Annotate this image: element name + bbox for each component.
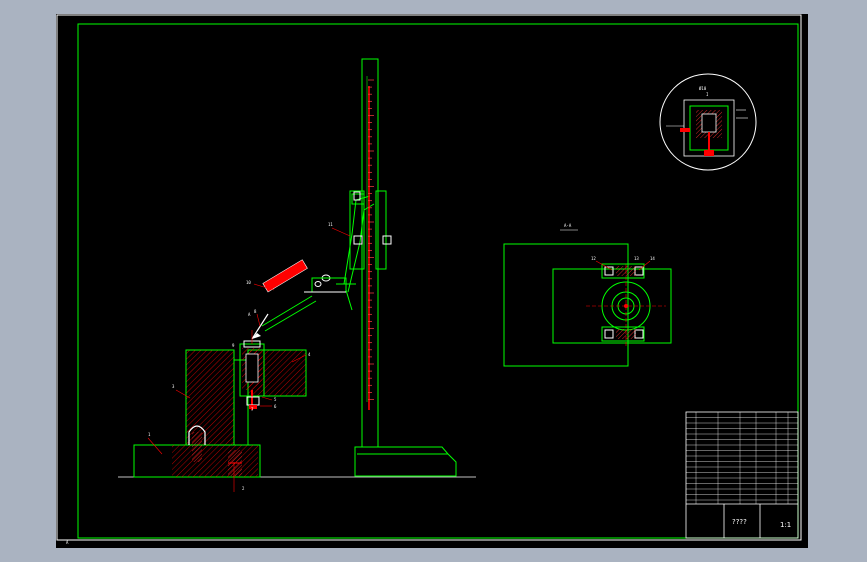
- drawing-canvas[interactable]: A-A Ø10 I 1 3 2 4 5 6 7 8 9 10 11 12 13 …: [56, 14, 808, 548]
- section-label: A-A: [564, 223, 572, 228]
- gauge-base[interactable]: [354, 446, 457, 477]
- outer-border: [56, 14, 802, 541]
- part-number-12: 12: [591, 256, 596, 261]
- detail-view-I[interactable]: Ø10 I: [659, 73, 757, 171]
- part-numbers: 1 3 2 4 5 6 7 8 9 10 11 12 13 14 A A: [66, 222, 655, 545]
- part-number-13: 13: [634, 256, 639, 261]
- part-number-11: 11: [328, 222, 333, 227]
- part-number-1: 1: [148, 432, 151, 437]
- detail-dimension: Ø10: [699, 86, 707, 91]
- part-number-4: 4: [308, 352, 311, 357]
- part-number-2: 2: [242, 486, 245, 491]
- part-number-6: 6: [274, 404, 277, 409]
- title-block[interactable]: ???? 1:1: [685, 411, 799, 539]
- part-number-10: 10: [246, 280, 251, 285]
- part-number-8: 8: [254, 309, 257, 314]
- title-block-name: ????: [732, 518, 747, 526]
- detail-label: I: [706, 92, 709, 97]
- part-number-9: 9: [232, 343, 235, 348]
- drawing-sheet[interactable]: A-A Ø10 I 1 3 2 4 5 6 7 8 9 10 11 12 13 …: [56, 14, 808, 548]
- part-number-5: 5: [274, 397, 277, 402]
- corner-mark: A: [66, 540, 69, 545]
- fixture-base[interactable]: [133, 349, 307, 478]
- height-gauge-column[interactable]: [349, 58, 392, 448]
- cad-viewport[interactable]: A-A Ø10 I 1 3 2 4 5 6 7 8 9 10 11 12 13 …: [0, 0, 867, 562]
- section-view[interactable]: A-A: [503, 223, 672, 367]
- part-number-3: 3: [172, 384, 175, 389]
- part-number-14: 14: [650, 256, 655, 261]
- arrow-label-A: A: [248, 312, 251, 317]
- clamp-assembly[interactable]: [239, 340, 265, 410]
- scale-label: 1:1: [780, 521, 791, 529]
- dial-indicator[interactable]: [251, 259, 347, 340]
